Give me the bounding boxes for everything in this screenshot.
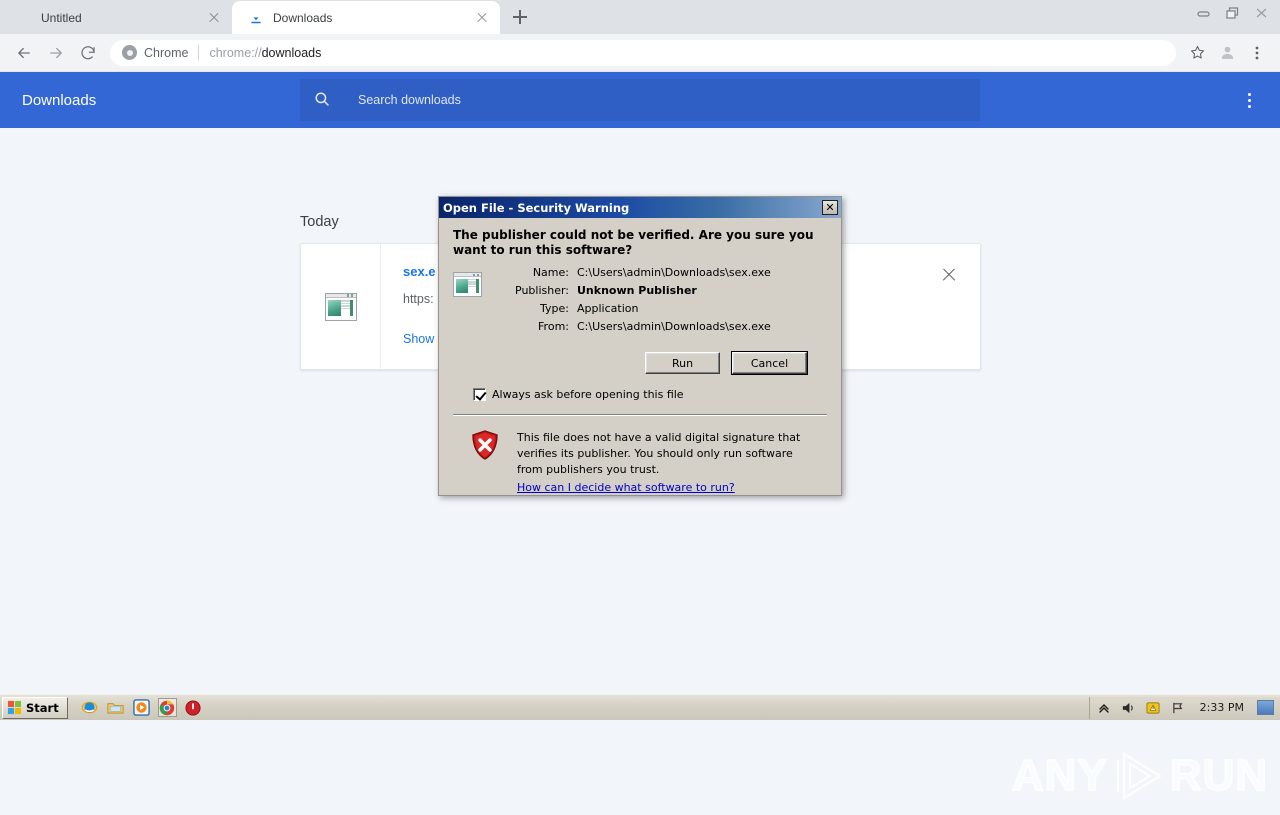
network-flag-icon[interactable]: [1171, 700, 1187, 716]
tab-untitled[interactable]: Untitled: [0, 1, 232, 34]
dialog-fields: Name: C:\Users\admin\Downloads\sex.exe P…: [515, 266, 827, 338]
dialog-body: The publisher could not be verified. Are…: [439, 218, 841, 496]
quick-launch-bar: [80, 698, 203, 717]
dialog-titlebar[interactable]: Open File - Security Warning ✕: [439, 197, 841, 218]
field-row: Type: Application: [515, 302, 827, 315]
open-file-security-warning-dialog[interactable]: Open File - Security Warning ✕ The publi…: [438, 196, 842, 496]
field-value-from: C:\Users\admin\Downloads\sex.exe: [577, 320, 827, 333]
chrome-browser-window: Untitled Downloads: [0, 0, 1280, 694]
watermark-text-left: ANY: [1012, 751, 1108, 801]
omnibox-scheme-label: Chrome: [144, 46, 188, 60]
field-label-type: Type:: [515, 302, 577, 315]
field-value-name: C:\Users\admin\Downloads\sex.exe: [577, 266, 827, 279]
bookmark-star-icon[interactable]: [1182, 38, 1212, 68]
windows-flag-icon: [7, 700, 22, 715]
omnibox-divider: [198, 45, 199, 60]
start-label: Start: [26, 701, 59, 715]
application-window-icon: [325, 293, 357, 321]
field-row: Publisher: Unknown Publisher: [515, 284, 827, 297]
dialog-title: Open File - Security Warning: [443, 201, 629, 215]
tab-untitled-close-icon[interactable]: [206, 10, 222, 26]
run-button[interactable]: Run: [645, 352, 720, 374]
reload-icon[interactable]: [72, 37, 104, 69]
field-value-type: Application: [577, 302, 827, 315]
dialog-file-details: Name: C:\Users\admin\Downloads\sex.exe P…: [453, 266, 827, 338]
media-player-icon[interactable]: [132, 698, 151, 717]
field-row: Name: C:\Users\admin\Downloads\sex.exe: [515, 266, 827, 279]
downloads-more-actions-icon[interactable]: [1238, 89, 1260, 111]
back-arrow-icon[interactable]: [8, 37, 40, 69]
dialog-question-text: The publisher could not be verified. Are…: [453, 228, 827, 258]
window-controls: [1189, 2, 1276, 24]
show-hidden-icons-chevron-icon[interactable]: [1096, 700, 1112, 716]
play-triangle-icon: [1110, 748, 1168, 804]
show-desktop-button[interactable]: [1257, 700, 1274, 715]
windows-taskbar: Start: [0, 694, 1280, 720]
dialog-button-row: Run Cancel: [453, 338, 827, 374]
always-ask-label: Always ask before opening this file: [492, 388, 684, 401]
application-window-icon: [453, 272, 482, 297]
shield-icon-cell: [471, 430, 517, 496]
field-value-publisher: Unknown Publisher: [577, 284, 827, 297]
field-row: From: C:\Users\admin\Downloads\sex.exe: [515, 320, 827, 333]
omnibox-url-prefix: chrome://: [209, 46, 261, 60]
search-downloads-input[interactable]: Search downloads: [300, 79, 980, 121]
folder-explorer-icon[interactable]: [106, 698, 125, 717]
field-label-from: From:: [515, 320, 577, 333]
tab-downloads[interactable]: Downloads: [232, 1, 500, 34]
field-label-name: Name:: [515, 266, 577, 279]
always-ask-checkbox[interactable]: [473, 388, 486, 401]
search-icon: [313, 90, 333, 110]
forward-arrow-icon[interactable]: [40, 37, 72, 69]
decide-what-software-link[interactable]: How can I decide what software to run?: [517, 480, 735, 496]
downloads-page-header: Downloads Search downloads: [0, 72, 1280, 128]
red-shield-warning-icon: [471, 430, 499, 460]
dialog-footer-text: This file does not have a valid digital …: [517, 430, 811, 496]
page-title: Downloads: [22, 92, 300, 109]
downloads-section-label: Today: [300, 214, 339, 230]
new-tab-button[interactable]: [506, 3, 534, 31]
restore-icon[interactable]: [1218, 2, 1247, 24]
omnibox[interactable]: Chrome chrome://downloads: [110, 40, 1176, 66]
internet-explorer-icon[interactable]: [80, 698, 99, 717]
dialog-file-icon-cell: [453, 266, 515, 338]
omnibox-url-main: downloads: [262, 46, 322, 60]
security-alert-icon[interactable]: [1146, 700, 1162, 716]
close-icon[interactable]: [1247, 2, 1276, 24]
download-remove-icon[interactable]: [934, 260, 964, 290]
tab-untitled-label: Untitled: [16, 11, 198, 25]
start-button[interactable]: Start: [2, 697, 68, 719]
search-placeholder-label: Search downloads: [358, 93, 461, 107]
download-file-icon-cell: [301, 244, 381, 369]
always-ask-checkbox-row[interactable]: Always ask before opening this file: [453, 374, 827, 401]
field-label-publisher: Publisher:: [515, 284, 577, 297]
tab-downloads-label: Downloads: [273, 11, 466, 25]
google-chrome-icon[interactable]: [158, 698, 177, 717]
browser-toolbar: Chrome chrome://downloads: [0, 34, 1280, 72]
watermark-text-right: RUN: [1170, 751, 1268, 801]
anyrun-watermark: ANY RUN: [1030, 740, 1250, 812]
download-icon: [248, 10, 264, 26]
profile-avatar-icon[interactable]: [1212, 38, 1242, 68]
system-tray: 2:33 PM: [1089, 697, 1280, 719]
tab-downloads-close-icon[interactable]: [474, 10, 490, 26]
red-power-icon[interactable]: [184, 698, 203, 717]
dialog-close-icon[interactable]: ✕: [822, 200, 838, 215]
chrome-logo-icon: [122, 45, 137, 60]
taskbar-clock[interactable]: 2:33 PM: [1196, 701, 1248, 714]
chrome-menu-icon[interactable]: [1242, 38, 1272, 68]
footer-description: This file does not have a valid digital …: [517, 431, 800, 476]
volume-icon[interactable]: [1121, 700, 1137, 716]
cancel-button[interactable]: Cancel: [732, 352, 807, 374]
tab-strip: Untitled Downloads: [0, 0, 1280, 34]
minimize-icon[interactable]: [1189, 2, 1218, 24]
dialog-footer: This file does not have a valid digital …: [453, 416, 827, 496]
